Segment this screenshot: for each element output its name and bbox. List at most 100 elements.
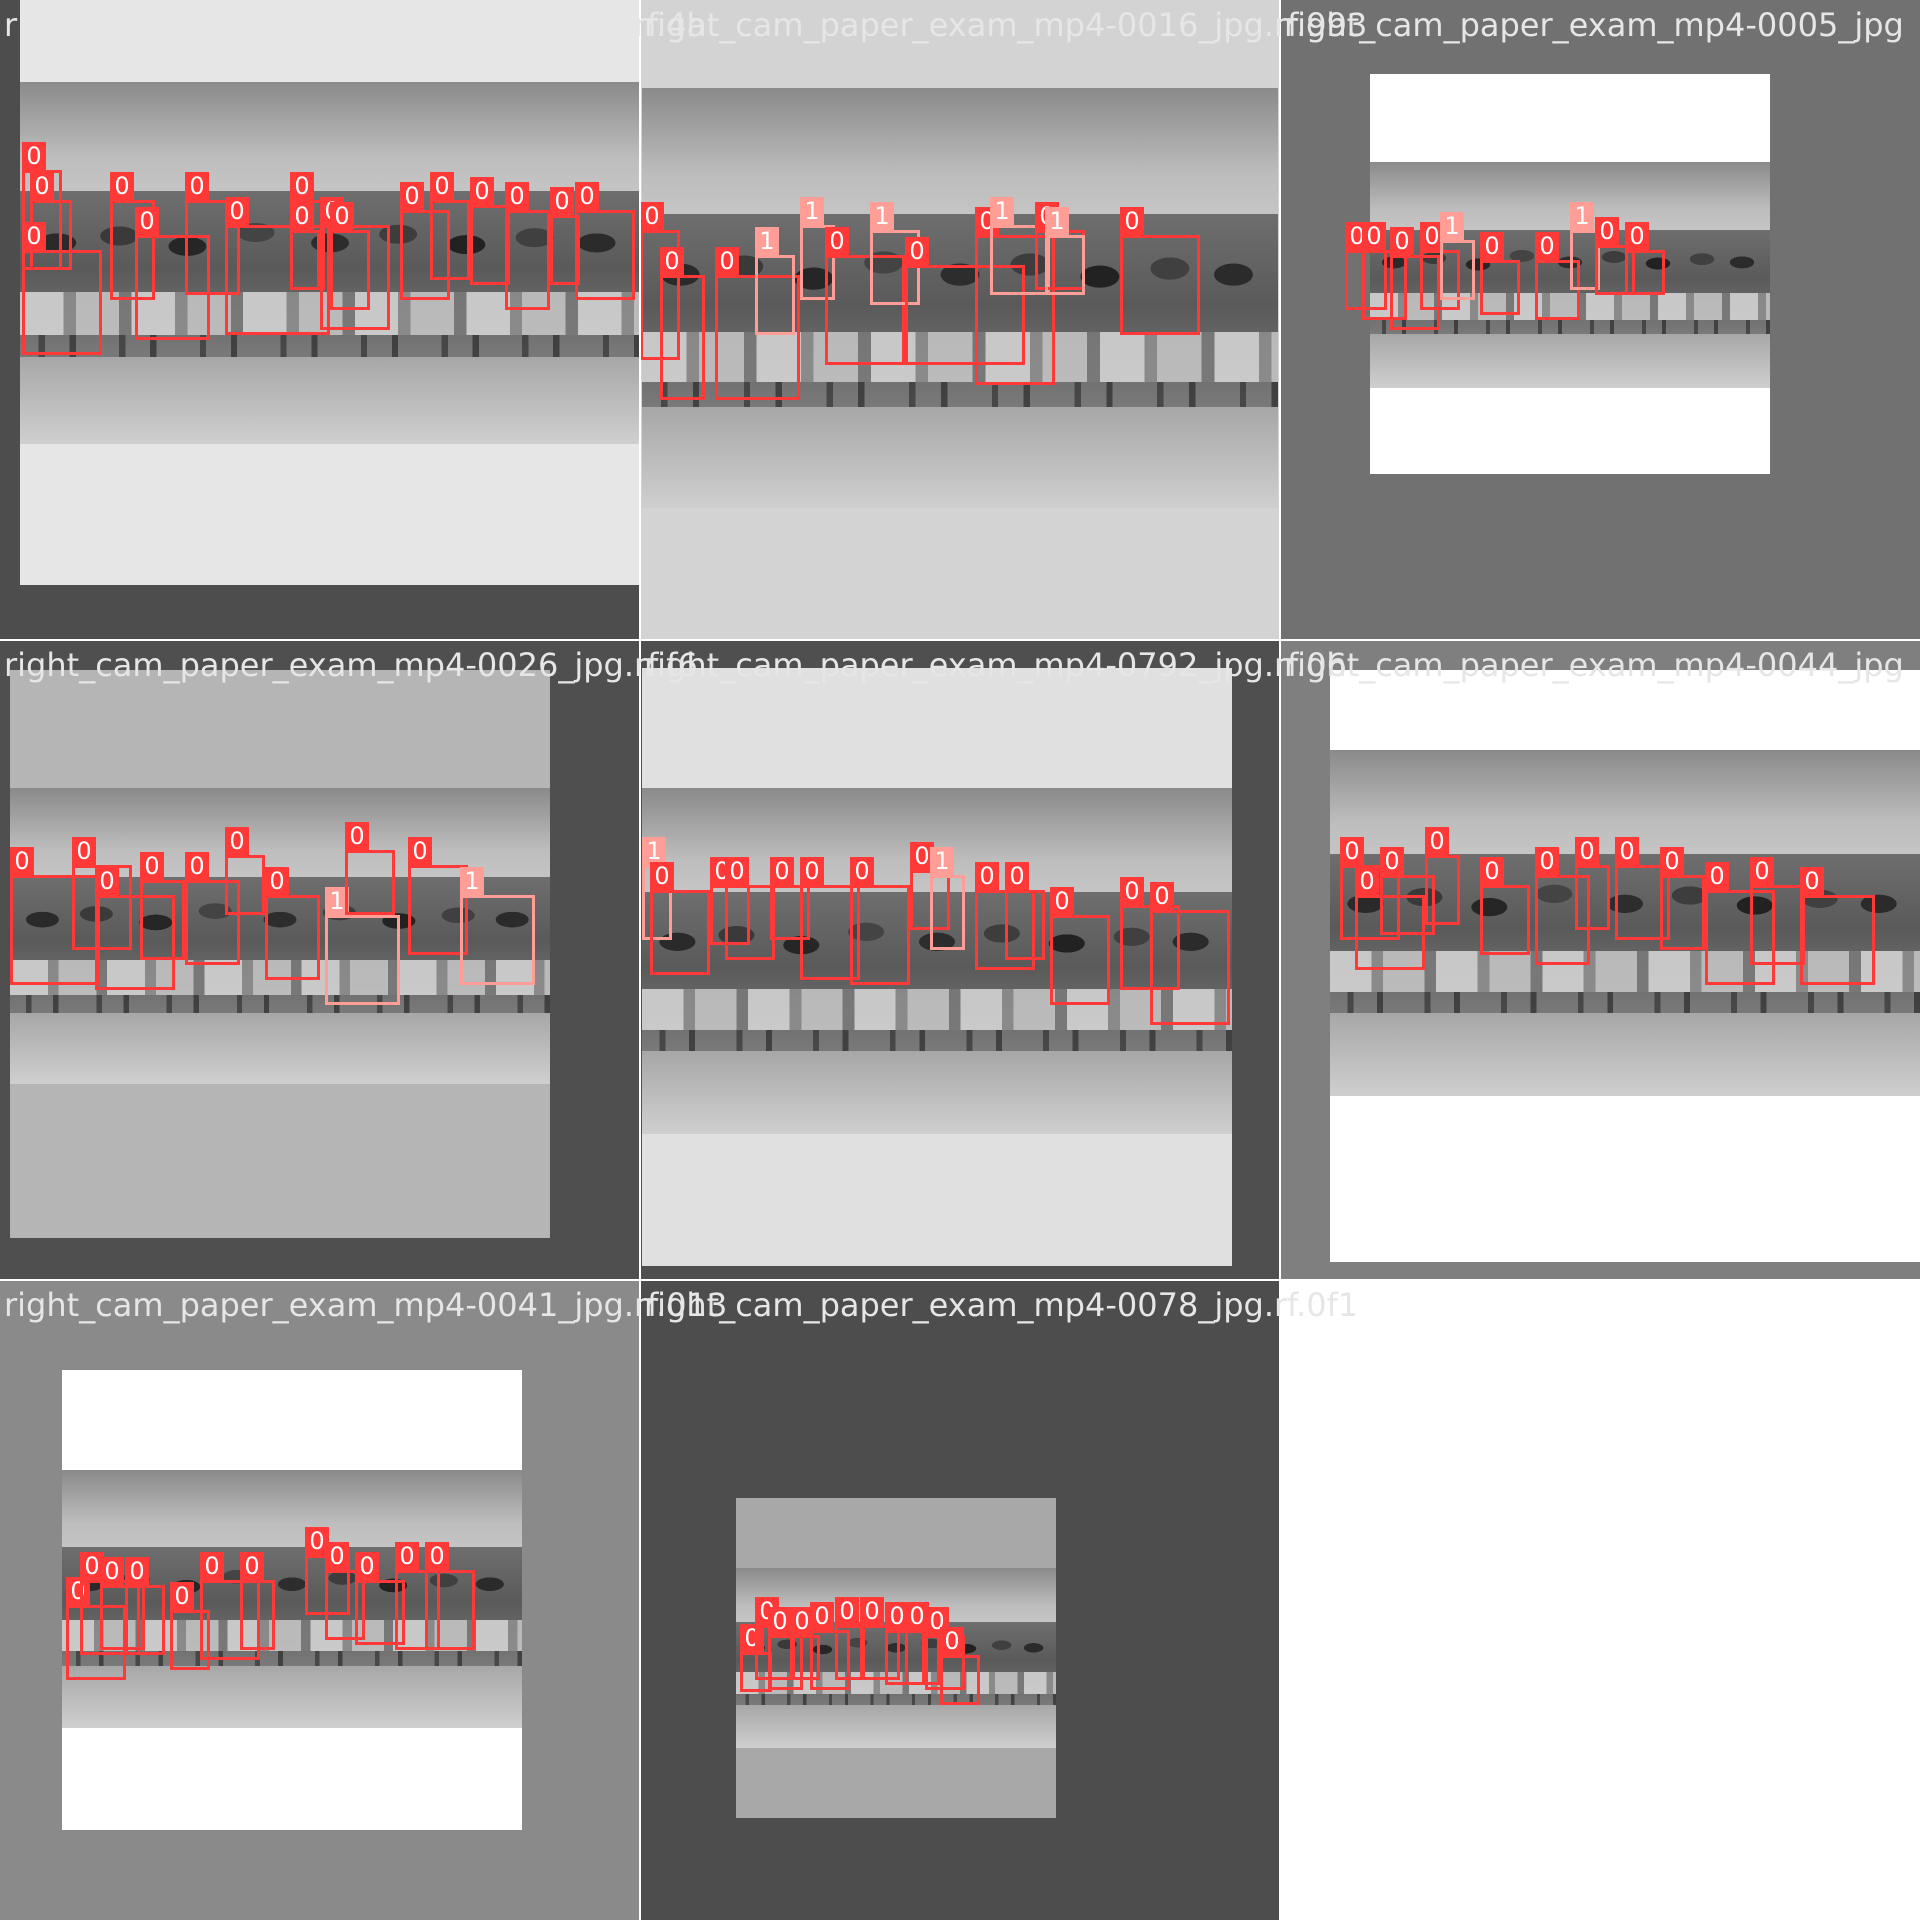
detection-box: 0	[850, 857, 910, 985]
class-label: 0	[400, 182, 424, 210]
class-label: 1	[1440, 212, 1464, 240]
detection-box: 0	[330, 202, 370, 310]
tile-filename-caption: right_cam_paper_exam_mp4-0016_jpg.rf.993	[644, 6, 1368, 44]
photo-desks	[642, 988, 1232, 1031]
detection-box: 0	[725, 857, 775, 960]
class-label: 0	[505, 182, 529, 210]
detection-box: 0	[1480, 232, 1520, 315]
class-label: 1	[755, 227, 779, 255]
class-label: 0	[660, 247, 684, 275]
class-label: 0	[640, 202, 664, 230]
detection-box: 0	[1425, 827, 1460, 925]
detection-box: 0	[1750, 857, 1805, 965]
class-label: 0	[265, 867, 289, 895]
class-label: 0	[125, 1557, 149, 1585]
mosaic-tile: 00000000000	[640, 1280, 1280, 1920]
class-label: 0	[800, 857, 824, 885]
class-label: 0	[345, 822, 369, 850]
detection-box: 0	[1005, 862, 1045, 960]
class-label: 0	[22, 222, 46, 250]
detection-box: 0	[1050, 887, 1110, 1005]
class-label: 0	[470, 177, 494, 205]
class-label: 0	[905, 237, 929, 265]
class-label: 0	[1575, 837, 1599, 865]
tile-filename-caption: right_cam_paper_exam_mp4-0041_jpg.rf.013	[4, 1286, 728, 1324]
class-label: 0	[1535, 232, 1559, 260]
class-label: 1	[930, 847, 954, 875]
class-label: 0	[110, 172, 134, 200]
detection-box: 0	[1575, 837, 1610, 930]
class-label: 0	[395, 1542, 419, 1570]
tile-filename-caption: right_cam_paper_exam_mp4-0026_jpg.rf.f6	[4, 646, 698, 684]
class-label: 1	[800, 197, 824, 225]
class-label: 0	[135, 207, 159, 235]
class-label: 1	[460, 867, 484, 895]
class-label: 0	[940, 1627, 964, 1655]
class-label: 0	[1660, 847, 1684, 875]
class-label: 0	[650, 862, 674, 890]
grid-divider	[0, 1279, 1920, 1281]
photo-floor	[642, 1050, 1232, 1134]
class-label: 0	[1380, 847, 1404, 875]
class-label: 0	[1615, 837, 1639, 865]
detection-box: 0	[1120, 207, 1200, 335]
class-label: 0	[290, 202, 314, 230]
detection-box: 0	[22, 222, 102, 355]
class-label: 0	[140, 852, 164, 880]
class-label: 0	[1390, 227, 1414, 255]
detection-box: 1	[460, 867, 535, 985]
class-label: 0	[850, 857, 874, 885]
class-label: 0	[1050, 887, 1074, 915]
detection-box: 0	[660, 247, 705, 400]
mosaic-tile: 0000100100	[1280, 0, 1920, 640]
photo-floor	[1370, 333, 1770, 388]
class-label: 0	[810, 1602, 834, 1630]
class-label: 0	[725, 857, 749, 885]
class-label: 0	[225, 197, 249, 225]
tile-filename-caption: right_cam_paper_exam_mp4-0792_jpg.rf.06	[644, 646, 1347, 684]
class-label: 0	[1800, 867, 1824, 895]
class-label: 0	[200, 1552, 224, 1580]
photo-floor	[10, 1012, 550, 1084]
class-label: 0	[860, 1597, 884, 1625]
class-label: 0	[30, 172, 54, 200]
class-label: 0	[1005, 862, 1029, 890]
class-label: 0	[550, 187, 574, 215]
class-label: 0	[1355, 867, 1379, 895]
class-label: 0	[330, 202, 354, 230]
class-label: 0	[100, 1557, 124, 1585]
detection-box: 0	[940, 1627, 980, 1705]
photo-floor	[1330, 1012, 1920, 1096]
class-label: 0	[715, 247, 739, 275]
class-label: 0	[975, 862, 999, 890]
class-label: 0	[1625, 222, 1649, 250]
detection-box: 1	[755, 227, 795, 335]
photo-floor	[20, 357, 640, 444]
mosaic-tile: 0001101001010	[640, 0, 1280, 640]
detection-box: 0	[1625, 222, 1665, 295]
class-label: 0	[72, 837, 96, 865]
class-label: 0	[1705, 862, 1729, 890]
class-label: 0	[1595, 217, 1619, 245]
detection-box: 0	[290, 202, 320, 290]
class-label: 0	[1480, 857, 1504, 885]
photo-floor	[62, 1666, 522, 1728]
class-label: 0	[835, 1597, 859, 1625]
class-label: 0	[1150, 882, 1174, 910]
class-label: 0	[1750, 857, 1774, 885]
class-label: 0	[430, 172, 454, 200]
class-label: 0	[325, 1542, 349, 1570]
class-label: 1	[870, 202, 894, 230]
class-label: 1	[1570, 202, 1594, 230]
detection-box: 1	[325, 887, 400, 1005]
class-label: 0	[22, 142, 46, 170]
detection-box: 1	[1045, 207, 1085, 295]
detection-box: 1	[1440, 212, 1475, 300]
photo-floor	[642, 407, 1278, 508]
class-label: 0	[1362, 222, 1386, 250]
tile-filename-caption: right_cam_paper_exam_mp4-0966_jpg.rf.4a	[4, 6, 707, 44]
detection-box: 0	[430, 172, 470, 280]
class-label: 0	[1120, 207, 1144, 235]
class-label: 0	[185, 852, 209, 880]
class-label: 0	[1535, 847, 1559, 875]
